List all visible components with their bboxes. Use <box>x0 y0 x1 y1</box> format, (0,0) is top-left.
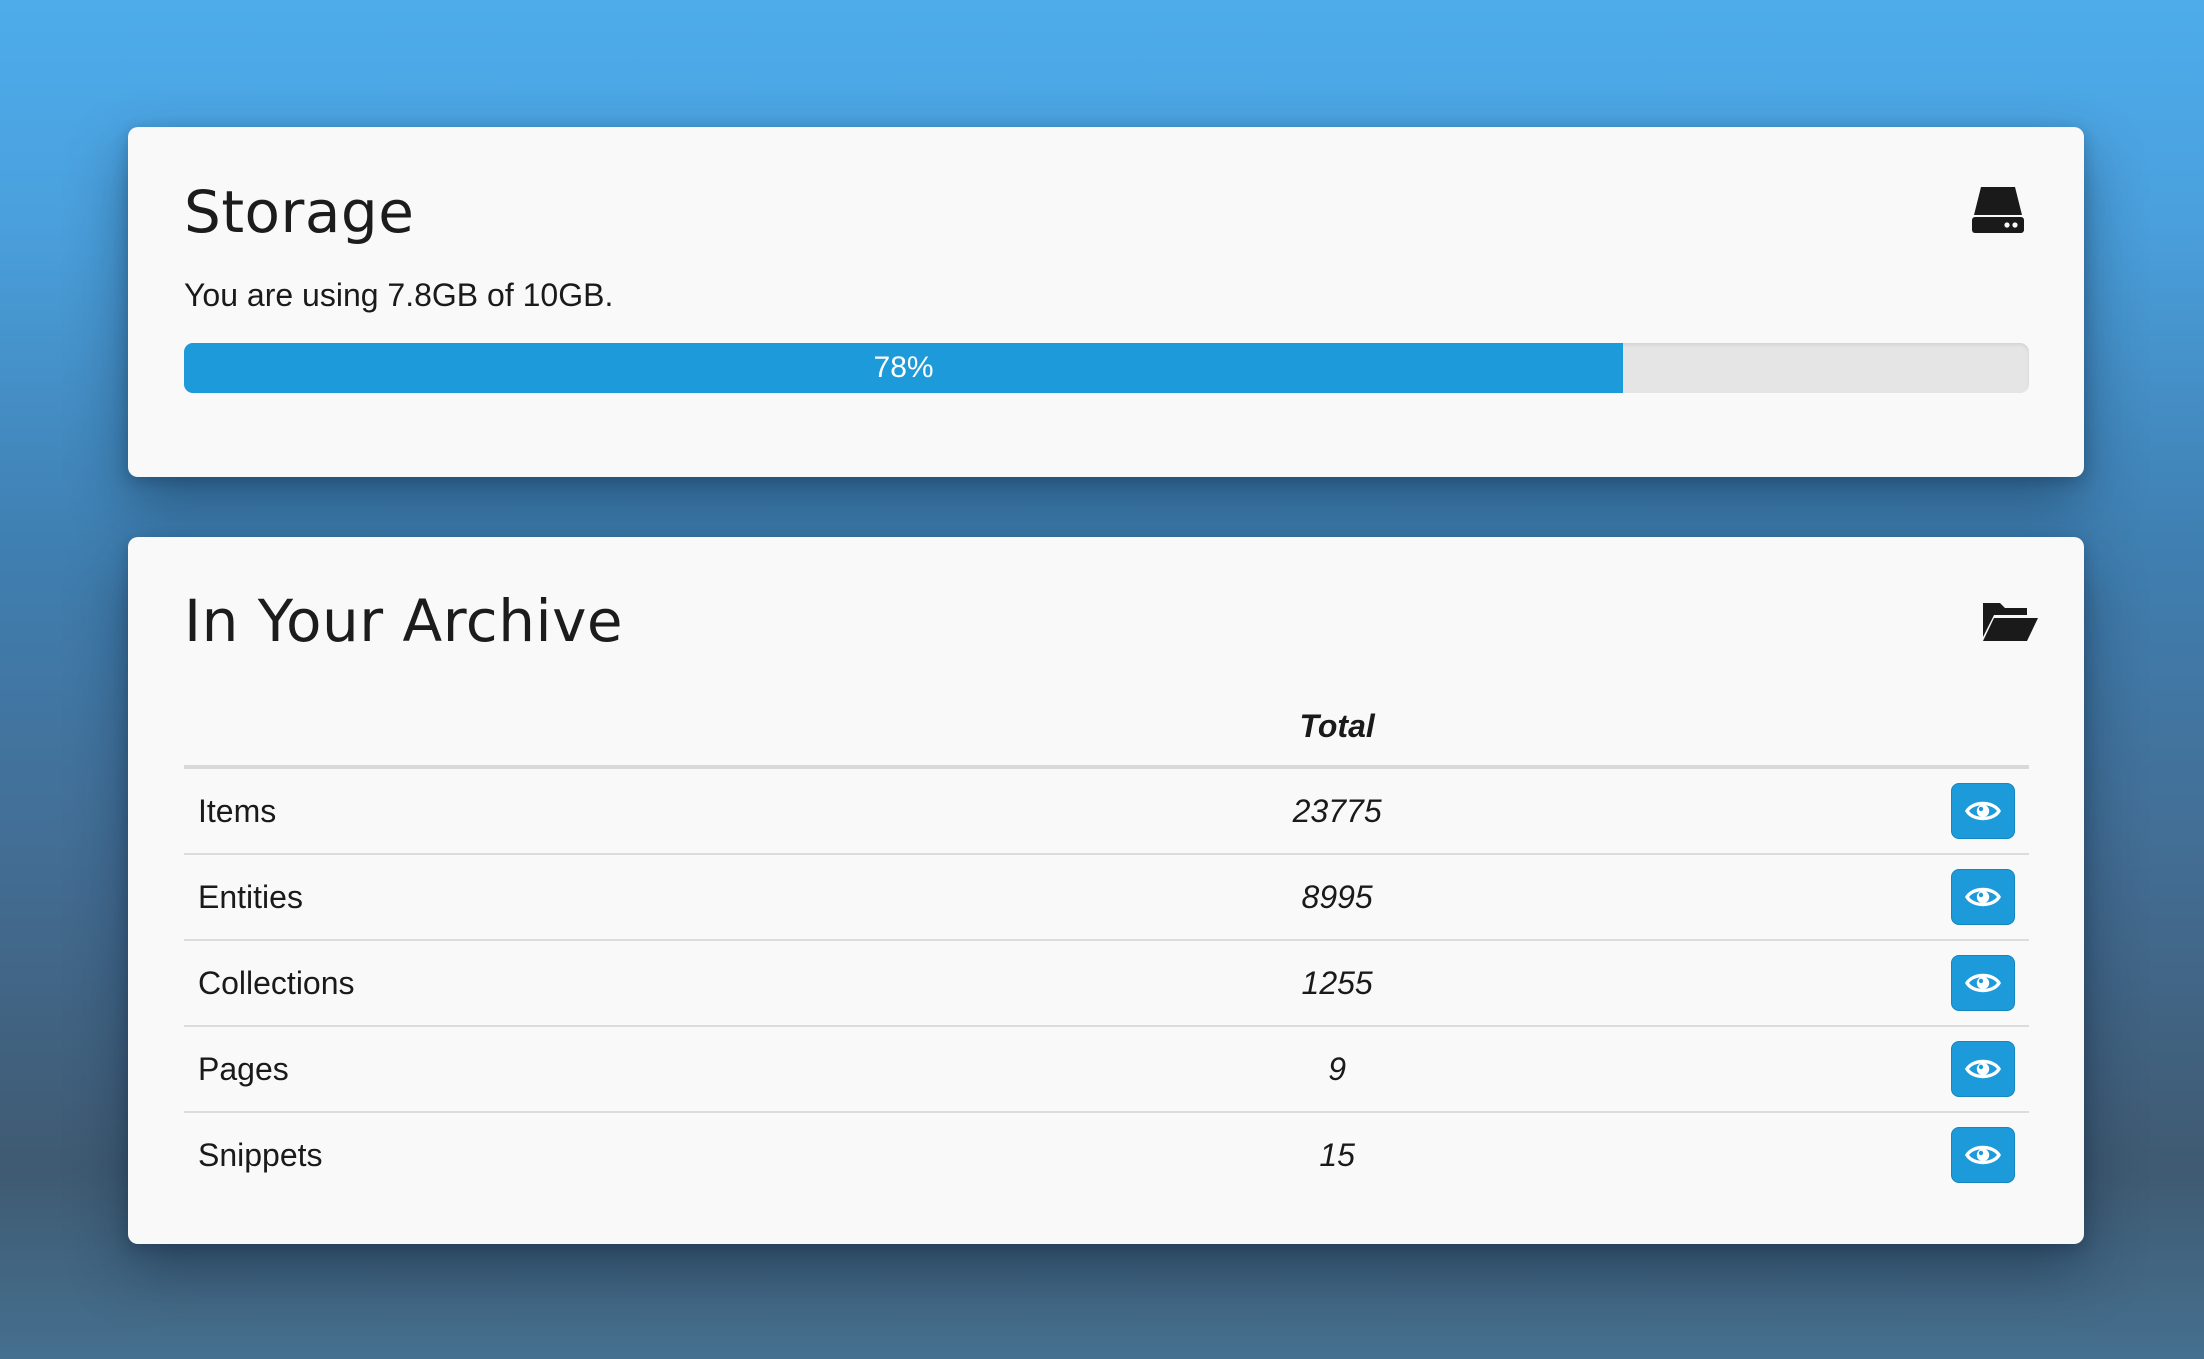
storage-card: Storage You are using 7.8GB of 10GB. 78% <box>128 127 2084 477</box>
view-button[interactable] <box>1951 1127 2015 1183</box>
eye-icon <box>1965 887 2001 907</box>
row-total: 23775 <box>922 767 1753 855</box>
table-row: Collections 1255 <box>184 940 2029 1027</box>
eye-icon <box>1965 801 2001 821</box>
view-button[interactable] <box>1951 1041 2015 1097</box>
eye-icon <box>1965 1059 2001 1079</box>
archive-card: In Your Archive Total Items 23775 Entities… <box>128 537 2084 1244</box>
row-action-cell <box>1752 1026 2029 1113</box>
column-header-total: Total <box>922 687 1753 769</box>
row-total: 9 <box>922 1026 1753 1113</box>
view-button[interactable] <box>1951 783 2015 839</box>
storage-progress-bar: 78% <box>184 343 2029 393</box>
row-action-cell <box>1752 767 2029 855</box>
table-row: Entities 8995 <box>184 854 2029 941</box>
view-button[interactable] <box>1951 955 2015 1011</box>
column-header-action <box>1752 687 2029 769</box>
storage-progress-fill: 78% <box>184 343 1624 393</box>
archive-table: Total Items 23775 Entities 8995 Collections 1… <box>184 687 2029 1197</box>
storage-title: Storage <box>184 178 415 246</box>
table-row: Items 23775 <box>184 767 2029 855</box>
table-row: Pages 9 <box>184 1026 2029 1113</box>
table-row: Snippets 15 <box>184 1112 2029 1197</box>
row-label: Snippets <box>198 1136 323 1173</box>
row-total: 8995 <box>922 854 1753 941</box>
view-button[interactable] <box>1951 869 2015 925</box>
row-action-cell <box>1752 940 2029 1027</box>
row-label: Pages <box>184 1026 922 1113</box>
row-action-cell <box>1752 1112 2029 1197</box>
table-header-row: Total <box>184 687 2029 769</box>
storage-usage-text: You are using 7.8GB of 10GB. <box>184 277 614 313</box>
eye-icon <box>1965 1145 2001 1165</box>
eye-icon <box>1965 973 2001 993</box>
row-label: Items <box>184 767 922 855</box>
storage-progress-label: 78% <box>873 351 934 384</box>
column-header-label <box>184 687 922 769</box>
folder-open-icon <box>1983 603 2038 641</box>
row-total: 1255 <box>922 940 1753 1027</box>
row-action-cell <box>1752 854 2029 941</box>
hard-drive-icon <box>1972 187 2024 233</box>
row-total: 15 <box>1319 1136 1355 1173</box>
archive-table-body: Items 23775 Entities 8995 Collections 1255 Pag… <box>184 767 2029 1197</box>
row-label: Collections <box>184 940 922 1027</box>
archive-title: In Your Archive <box>184 587 624 655</box>
row-label: Entities <box>184 854 922 941</box>
